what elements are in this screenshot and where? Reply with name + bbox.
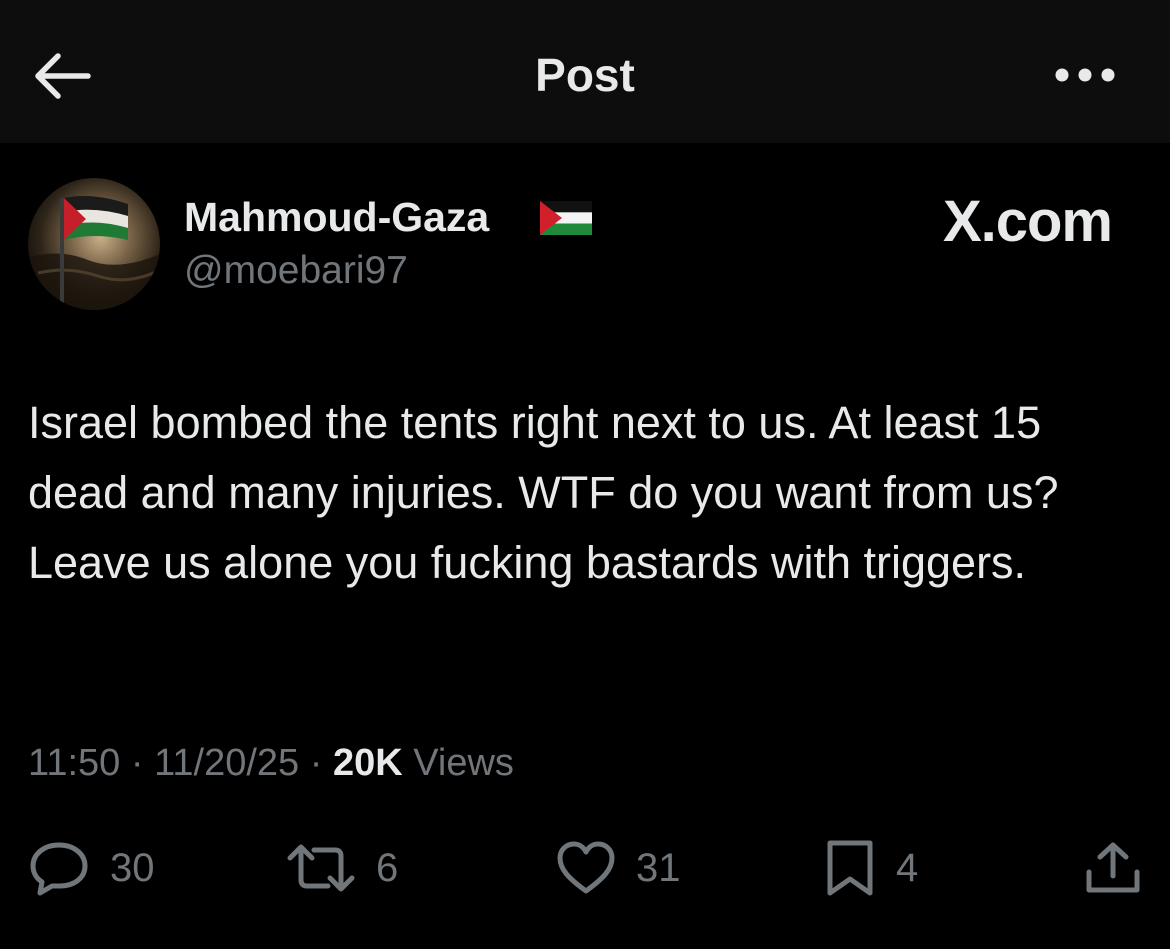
bookmark-count: 4 bbox=[896, 845, 919, 890]
repost-button[interactable]: 6 bbox=[286, 840, 398, 896]
page-title: Post bbox=[535, 49, 635, 101]
heart-icon bbox=[557, 841, 615, 894]
post-meta: 11:50 · 11/20/25 · 20K Views bbox=[28, 742, 514, 785]
post-date[interactable]: 11/20/25 bbox=[154, 742, 299, 784]
author-name[interactable]: Mahmoud-Gaza bbox=[184, 194, 489, 241]
share-button[interactable] bbox=[1084, 840, 1142, 896]
more-horizontal-icon bbox=[1055, 68, 1115, 82]
author-handle[interactable]: @moebari97 bbox=[184, 249, 408, 293]
like-button[interactable]: 31 bbox=[556, 840, 681, 896]
meta-separator: · bbox=[130, 742, 144, 784]
avatar[interactable] bbox=[28, 178, 160, 310]
post-text: Israel bombed the tents right next to us… bbox=[28, 397, 1059, 588]
share-upload-icon bbox=[1086, 842, 1140, 893]
bookmark-button[interactable]: 4 bbox=[824, 840, 918, 896]
palestine-flag-icon bbox=[540, 201, 592, 235]
reply-bubble-icon bbox=[30, 842, 88, 896]
more-options-button[interactable] bbox=[1052, 62, 1118, 88]
views-label: Views bbox=[413, 742, 514, 784]
repost-icon bbox=[287, 844, 355, 892]
top-bar: Post bbox=[0, 0, 1170, 143]
post-time[interactable]: 11:50 bbox=[28, 742, 120, 784]
reply-count: 30 bbox=[110, 845, 155, 890]
avatar-image bbox=[28, 178, 160, 310]
views-count: 20K bbox=[332, 742, 403, 784]
bookmark-icon bbox=[827, 840, 873, 896]
watermark: X.com bbox=[942, 189, 1113, 254]
like-count: 31 bbox=[636, 845, 681, 890]
meta-separator: · bbox=[309, 742, 323, 784]
reply-button[interactable]: 30 bbox=[28, 840, 155, 896]
repost-count: 6 bbox=[376, 845, 399, 890]
